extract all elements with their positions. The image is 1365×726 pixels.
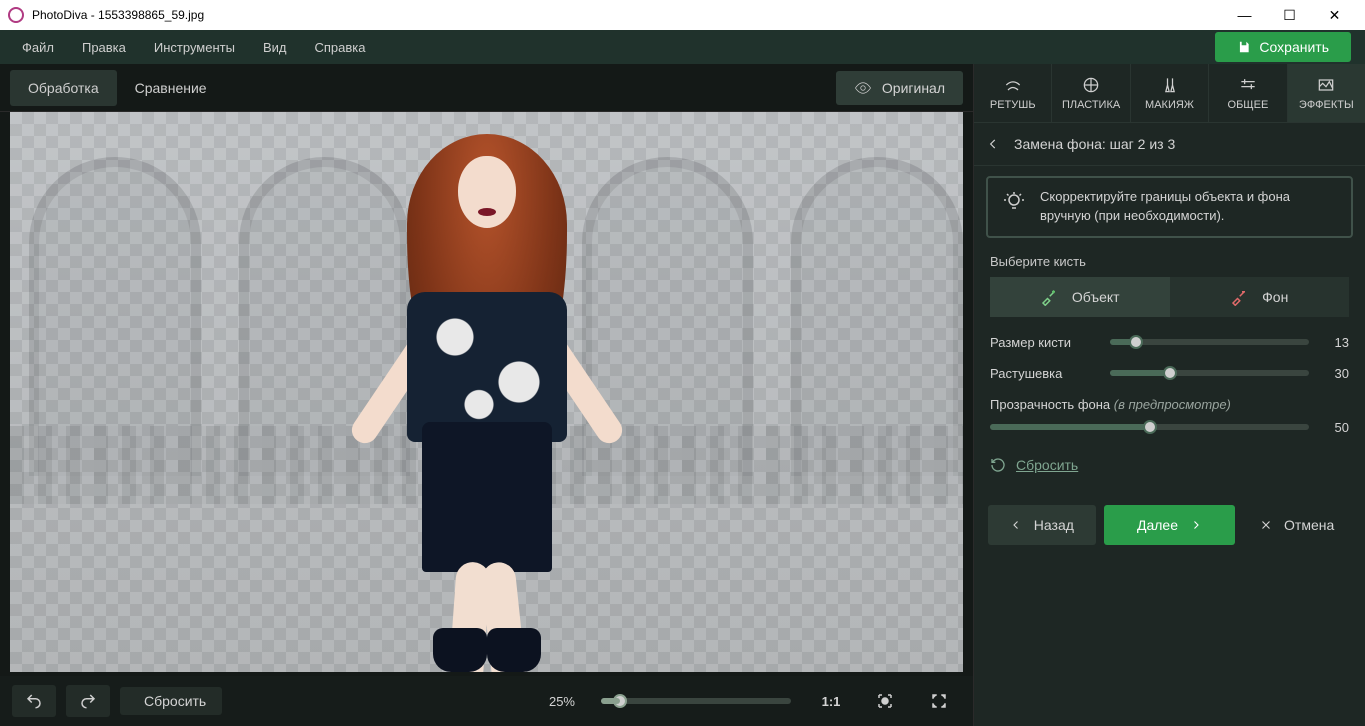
brush-tab-object[interactable]: Объект [990, 277, 1170, 317]
tab-general[interactable]: ОБЩЕЕ [1208, 64, 1286, 122]
original-button[interactable]: Оригинал [836, 71, 963, 105]
menu-edit[interactable]: Правка [68, 34, 140, 61]
retouch-icon [1003, 75, 1023, 95]
chevron-left-icon [986, 137, 1000, 151]
tab-retouch[interactable]: РЕТУШЬ [974, 64, 1051, 122]
slider-opacity-value: 50 [1319, 420, 1349, 435]
brush-section-label: Выберите кисть [990, 254, 1349, 269]
eye-icon [854, 79, 872, 97]
tab-effects[interactable]: ЭФФЕКТЫ [1287, 64, 1365, 122]
panel-title: Замена фона: шаг 2 из 3 [1014, 136, 1175, 152]
panel-header[interactable]: Замена фона: шаг 2 из 3 [974, 122, 1365, 166]
hint-text: Скорректируйте границы объекта и фона вр… [1040, 188, 1337, 226]
slider-feather: Растушевка 30 [990, 366, 1349, 381]
hint-box: Скорректируйте границы объекта и фона вр… [986, 176, 1353, 238]
brush-minus-icon [1230, 288, 1248, 306]
app-icon [8, 7, 24, 23]
menu-tools[interactable]: Инструменты [140, 34, 249, 61]
fullscreen-button[interactable] [917, 685, 961, 717]
close-icon [1260, 519, 1272, 531]
original-label: Оригинал [882, 80, 945, 96]
brush-plus-icon [1040, 288, 1058, 306]
menu-help[interactable]: Справка [300, 34, 379, 61]
tab-makeup[interactable]: МАКИЯЖ [1130, 64, 1208, 122]
redo-button[interactable] [66, 685, 110, 717]
tab-process[interactable]: Обработка [10, 70, 117, 106]
slider-size-label: Размер кисти [990, 335, 1100, 350]
next-button[interactable]: Далее [1104, 505, 1236, 545]
menubar: Файл Правка Инструменты Вид Справка Сохр… [0, 30, 1365, 64]
plastic-icon [1081, 75, 1101, 95]
lightbulb-icon [1002, 190, 1026, 214]
reset-bottom-button[interactable]: Сбросить [120, 687, 222, 715]
titlebar: PhotoDiva - 1553398865_59.jpg ― ☐ ✕ [0, 0, 1365, 30]
zoom-slider[interactable] [601, 698, 791, 704]
zoom-1to1-button[interactable]: 1:1 [809, 685, 853, 717]
slider-feather-track[interactable] [1110, 370, 1309, 376]
redo-icon [79, 692, 97, 710]
back-button[interactable]: Назад [988, 505, 1096, 545]
save-label: Сохранить [1259, 39, 1329, 55]
maximize-button[interactable]: ☐ [1267, 0, 1312, 30]
slider-opacity: 50 [990, 420, 1349, 435]
makeup-icon [1160, 75, 1180, 95]
minimize-button[interactable]: ― [1222, 0, 1267, 30]
nav-buttons: Назад Далее Отмена [974, 493, 1365, 557]
effects-icon [1316, 75, 1336, 95]
save-icon [1237, 40, 1251, 54]
photo-subject [367, 112, 607, 672]
chevron-left-icon [1010, 519, 1022, 531]
slider-opacity-track[interactable] [990, 424, 1309, 430]
fit-icon [876, 692, 894, 710]
view-tabs: Обработка Сравнение Оригинал [0, 64, 973, 112]
undo-button[interactable] [12, 685, 56, 717]
slider-feather-label: Растушевка [990, 366, 1100, 381]
save-button[interactable]: Сохранить [1215, 32, 1351, 62]
zoom-value: 25% [541, 694, 583, 709]
fullscreen-icon [930, 692, 948, 710]
cancel-button[interactable]: Отмена [1243, 505, 1351, 545]
tab-plastic[interactable]: ПЛАСТИКА [1051, 64, 1129, 122]
reset-link[interactable]: Сбросить [990, 453, 1349, 477]
reset-bottom-label: Сбросить [144, 693, 206, 709]
bottom-toolbar: Сбросить 25% 1:1 [0, 676, 973, 726]
slider-size-value: 13 [1319, 335, 1349, 350]
reset-link-icon [990, 457, 1006, 473]
brush-tab-background[interactable]: Фон [1170, 277, 1350, 317]
slider-size-track[interactable] [1110, 339, 1309, 345]
brush-toggle: Объект Фон [990, 277, 1349, 317]
close-button[interactable]: ✕ [1312, 0, 1357, 30]
fit-screen-button[interactable] [863, 685, 907, 717]
chevron-right-icon [1190, 519, 1202, 531]
canvas[interactable] [10, 112, 963, 672]
general-icon [1238, 75, 1258, 95]
menu-file[interactable]: Файл [8, 34, 68, 61]
undo-icon [25, 692, 43, 710]
window-title: PhotoDiva - 1553398865_59.jpg [32, 8, 1222, 22]
right-panel: РЕТУШЬ ПЛАСТИКА МАКИЯЖ ОБЩЕЕ ЭФФЕКТЫ Зам… [973, 64, 1365, 726]
slider-size: Размер кисти 13 [990, 335, 1349, 350]
tool-tabs: РЕТУШЬ ПЛАСТИКА МАКИЯЖ ОБЩЕЕ ЭФФЕКТЫ [974, 64, 1365, 122]
tab-compare[interactable]: Сравнение [117, 70, 225, 106]
menu-view[interactable]: Вид [249, 34, 301, 61]
slider-opacity-label: Прозрачность фона (в предпросмотре) [990, 397, 1349, 412]
slider-feather-value: 30 [1319, 366, 1349, 381]
